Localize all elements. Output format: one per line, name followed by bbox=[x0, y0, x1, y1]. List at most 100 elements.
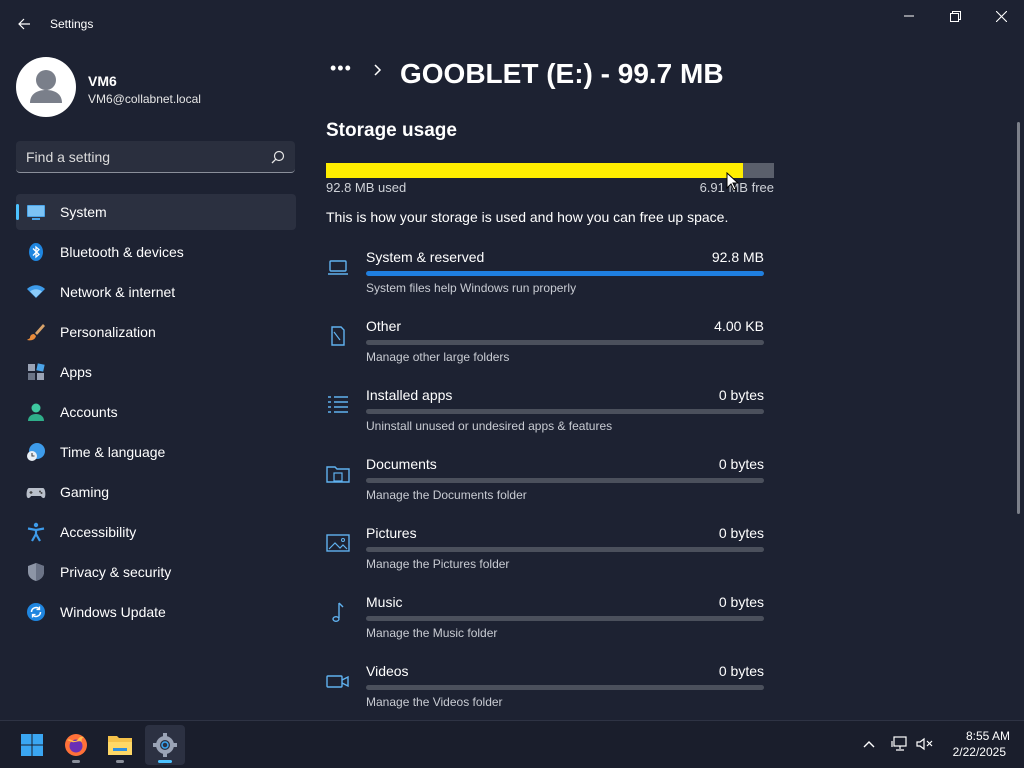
user-avatar-icon bbox=[30, 70, 62, 103]
sidebar-item-privacy-security[interactable]: Privacy & security bbox=[16, 554, 296, 590]
category-size: 4.00 KB bbox=[714, 318, 764, 334]
category-usage-fill bbox=[366, 271, 764, 276]
minimize-button[interactable] bbox=[886, 4, 932, 28]
sidebar-item-system[interactable]: System bbox=[16, 194, 296, 230]
category-usage-bar bbox=[366, 616, 764, 621]
taskbar-file-explorer[interactable] bbox=[100, 725, 140, 765]
category-name: System & reserved bbox=[366, 249, 485, 265]
clock-date[interactable]: 2/22/2025 bbox=[940, 745, 1006, 759]
start-button[interactable] bbox=[12, 725, 52, 765]
category-description: Manage the Documents folder bbox=[366, 488, 527, 502]
chevron-right-icon bbox=[374, 64, 382, 76]
sidebar-nav: System Bluetooth & devices Network & int… bbox=[16, 194, 296, 634]
category-system-reserved[interactable]: System & reserved 92.8 MB System files h… bbox=[326, 249, 766, 309]
category-description: Manage other large folders bbox=[366, 350, 510, 364]
back-button[interactable] bbox=[12, 12, 36, 36]
category-size: 0 bytes bbox=[718, 456, 764, 472]
sidebar-item-windows-update[interactable]: Windows Update bbox=[16, 594, 296, 630]
clock-time[interactable]: 8:55 AM bbox=[940, 729, 1010, 743]
taskbar-firefox[interactable] bbox=[56, 725, 96, 765]
category-usage-bar bbox=[366, 271, 764, 276]
category-name: Documents bbox=[366, 456, 437, 472]
close-icon bbox=[995, 10, 1007, 22]
search-box[interactable] bbox=[16, 141, 295, 173]
category-installed-apps[interactable]: Installed apps 0 bytes Uninstall unused … bbox=[326, 387, 766, 447]
video-camera-icon bbox=[326, 675, 349, 688]
bluetooth-icon bbox=[29, 243, 43, 261]
folder-icon bbox=[326, 466, 350, 483]
update-icon bbox=[27, 603, 45, 621]
sidebar-item-gaming[interactable]: Gaming bbox=[16, 474, 296, 510]
laptop-icon bbox=[328, 260, 348, 275]
category-description: Uninstall unused or undesired apps & fea… bbox=[366, 419, 613, 433]
sidebar-item-bluetooth[interactable]: Bluetooth & devices bbox=[16, 234, 296, 270]
sidebar-item-label: Windows Update bbox=[60, 604, 166, 620]
sidebar-item-label: System bbox=[60, 204, 107, 220]
category-description: Manage the Pictures folder bbox=[366, 557, 510, 571]
used-space-label: 92.8 MB used bbox=[326, 180, 407, 195]
network-status-button[interactable] bbox=[889, 733, 911, 755]
close-button[interactable] bbox=[978, 4, 1024, 28]
picture-icon bbox=[326, 534, 350, 552]
gamepad-icon bbox=[26, 488, 46, 499]
maximize-button[interactable] bbox=[932, 4, 978, 28]
category-name: Installed apps bbox=[366, 387, 453, 403]
list-icon bbox=[328, 396, 348, 413]
windows-start-icon bbox=[21, 734, 43, 756]
category-size: 0 bytes bbox=[718, 525, 764, 541]
sidebar-item-label: Accessibility bbox=[60, 524, 137, 540]
app-title: Settings bbox=[50, 17, 94, 31]
apps-icon bbox=[28, 363, 45, 380]
breadcrumb-overflow-button[interactable]: ••• bbox=[330, 58, 352, 79]
sidebar-item-label: Bluetooth & devices bbox=[60, 244, 184, 260]
category-other[interactable]: Other 4.00 KB Manage other large folders bbox=[326, 318, 766, 378]
category-size: 0 bytes bbox=[718, 663, 764, 679]
file-explorer-icon bbox=[108, 736, 132, 755]
category-pictures[interactable]: Pictures 0 bytes Manage the Pictures fol… bbox=[326, 525, 766, 585]
user-email: VM6@collabnet.local bbox=[88, 92, 201, 106]
category-videos[interactable]: Videos 0 bytes Manage the Videos folder bbox=[326, 663, 766, 723]
sidebar-item-label: Time & language bbox=[60, 444, 166, 460]
back-arrow-icon bbox=[18, 18, 30, 30]
sidebar-item-label: Apps bbox=[60, 364, 92, 380]
shield-icon bbox=[28, 563, 44, 581]
taskbar-settings[interactable] bbox=[145, 725, 185, 765]
sidebar-item-accessibility[interactable]: Accessibility bbox=[16, 514, 296, 550]
sidebar-item-apps[interactable]: Apps bbox=[16, 354, 296, 390]
sidebar-item-label: Personalization bbox=[60, 324, 156, 340]
search-icon[interactable] bbox=[271, 150, 285, 164]
category-name: Other bbox=[366, 318, 402, 334]
category-documents[interactable]: Documents 0 bytes Manage the Documents f… bbox=[326, 456, 766, 516]
person-icon bbox=[28, 403, 44, 421]
maximize-icon bbox=[949, 10, 961, 22]
sidebar-item-accounts[interactable]: Accounts bbox=[16, 394, 296, 430]
storage-usage-heading: Storage usage bbox=[326, 120, 457, 141]
category-description: Manage the Music folder bbox=[366, 626, 498, 640]
category-usage-bar bbox=[366, 685, 764, 690]
storage-usage-bar bbox=[326, 163, 774, 178]
settings-window: Settings VM6 VM6@collabnet.local System bbox=[0, 0, 1024, 720]
sidebar-item-time-language[interactable]: Time & language bbox=[16, 434, 296, 470]
firefox-icon bbox=[65, 734, 87, 756]
sidebar-item-label: Privacy & security bbox=[60, 564, 172, 580]
sidebar-item-label: Network & internet bbox=[60, 284, 176, 300]
sidebar-item-label: Gaming bbox=[60, 484, 110, 500]
user-name: VM6 bbox=[88, 73, 117, 89]
category-usage-bar bbox=[366, 478, 764, 483]
running-indicator bbox=[116, 760, 124, 763]
paintbrush-icon bbox=[27, 324, 45, 341]
show-hidden-icons-button[interactable] bbox=[858, 733, 880, 755]
avatar[interactable] bbox=[16, 57, 76, 117]
volume-button[interactable] bbox=[914, 733, 936, 755]
chevron-up-icon bbox=[863, 741, 875, 748]
category-size: 0 bytes bbox=[718, 387, 764, 403]
search-input[interactable] bbox=[26, 141, 256, 172]
category-usage-bar bbox=[366, 547, 764, 552]
sidebar-item-network[interactable]: Network & internet bbox=[16, 274, 296, 310]
vertical-scrollbar[interactable] bbox=[1017, 122, 1020, 514]
volume-muted-icon bbox=[916, 737, 933, 751]
title-bar: Settings bbox=[0, 0, 1024, 48]
settings-gear-icon bbox=[153, 733, 177, 757]
sidebar-item-personalization[interactable]: Personalization bbox=[16, 314, 296, 350]
category-music[interactable]: Music 0 bytes Manage the Music folder bbox=[326, 594, 766, 654]
